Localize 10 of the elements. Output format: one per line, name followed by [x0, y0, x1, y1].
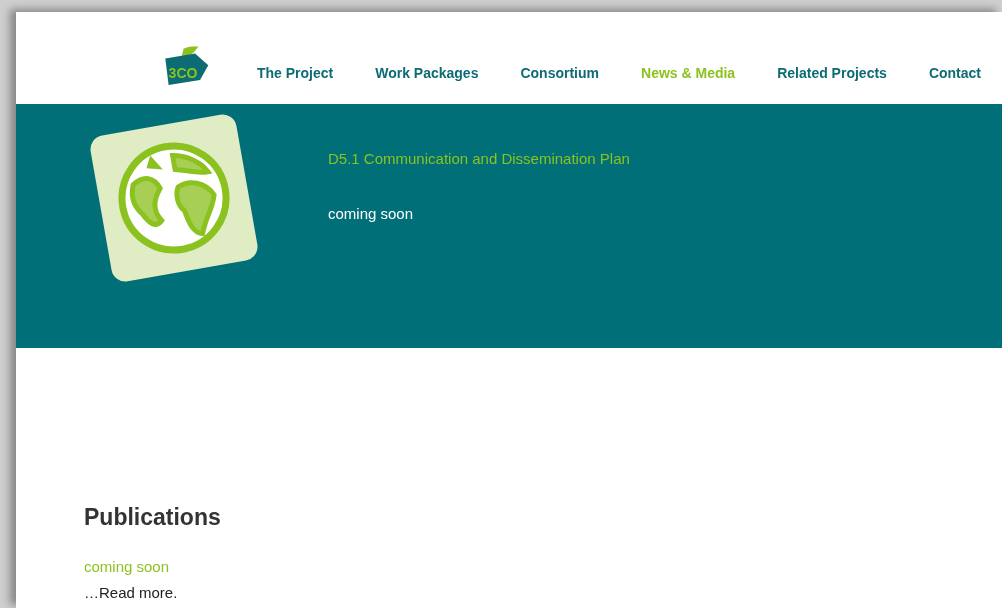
hero-text: coming soon — [328, 203, 415, 224]
hero-title: D5.1 Communication and Dissemination Plan — [328, 149, 630, 169]
publication-title: coming soon — [84, 556, 171, 577]
nav-link[interactable]: Consortium — [499, 63, 620, 84]
nav-link[interactable]: The Project — [235, 63, 355, 84]
section-heading: Publications — [84, 504, 222, 532]
read-more-link[interactable]: …Read more. — [84, 582, 178, 605]
nav-link[interactable]: Related Projects — [756, 63, 908, 84]
nav-link[interactable]: Work Packages — [354, 63, 500, 84]
nav-link[interactable]: Contact — [907, 63, 1002, 84]
